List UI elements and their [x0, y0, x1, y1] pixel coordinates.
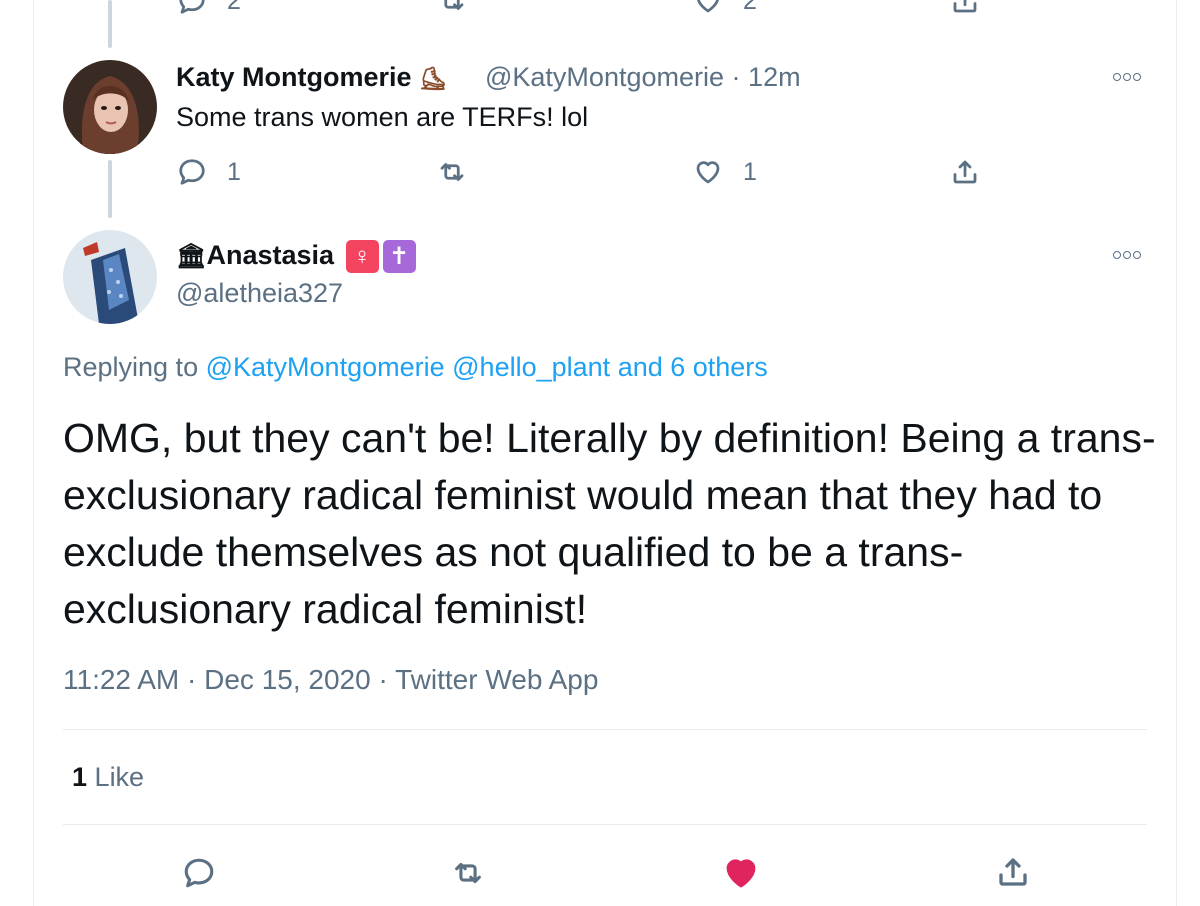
heart-icon: [697, 0, 719, 13]
thread-line: [108, 160, 112, 218]
column-border-left: [33, 0, 34, 906]
replying-to: Replying to @KatyMontgomerie @hello_plan…: [63, 352, 768, 382]
classical-building-icon: 🏛: [176, 243, 207, 270]
author-name[interactable]: 🏛Anastasia ♀ ✝: [176, 240, 416, 274]
female-sign-icon: ♀: [345, 240, 379, 274]
divider: [63, 824, 1147, 825]
like-button[interactable]: 2: [693, 0, 757, 16]
reply-count: 2: [227, 0, 241, 15]
tweet-meta: @KatyMontgomerie · 12m: [485, 62, 801, 92]
like-button[interactable]: [722, 854, 760, 892]
tweet-thread: 2 2 Katy Montgomerie ⛸ @KatyMontgomerie …: [0, 0, 1200, 906]
divider: [63, 729, 1147, 730]
more-options-button[interactable]: [1113, 73, 1141, 81]
share-icon: [999, 858, 1027, 886]
more-dot-icon: [1113, 251, 1121, 259]
like-count: 1: [743, 157, 757, 186]
reply-button[interactable]: [182, 856, 216, 890]
likes-summary[interactable]: 1 Like: [72, 762, 144, 793]
like-count: 2: [743, 0, 757, 15]
reply-button[interactable]: 1: [177, 157, 241, 187]
share-button[interactable]: [995, 854, 1031, 890]
like-button[interactable]: 1: [693, 157, 757, 187]
retweet-button[interactable]: [437, 157, 467, 187]
share-button[interactable]: [950, 157, 980, 187]
avatar-image: [63, 230, 157, 324]
more-dot-icon: [1123, 73, 1131, 81]
mention-link[interactable]: @KatyMontgomerie: [206, 352, 445, 382]
more-dot-icon: [1133, 251, 1141, 259]
avatar-katy[interactable]: [63, 60, 157, 154]
share-icon: [953, 160, 977, 184]
tweet-time[interactable]: 11:22 AM: [63, 664, 179, 695]
tweet-timestamp: 11:22 AM · Dec 15, 2020 · Twitter Web Ap…: [63, 664, 599, 695]
heart-icon: [696, 161, 720, 184]
reply-icon: [179, 0, 205, 14]
author-handle[interactable]: @aletheia327: [176, 278, 343, 309]
retweet-icon: [455, 862, 481, 884]
author-handle[interactable]: @KatyMontgomerie: [485, 62, 724, 92]
reply-icon: [184, 858, 214, 888]
share-button[interactable]: [950, 0, 980, 16]
retweet-button[interactable]: [437, 0, 467, 16]
retweet-icon: [440, 163, 464, 181]
tweet-time[interactable]: 12m: [748, 62, 801, 92]
tweet-body-text: OMG, but they can't be! Literally by def…: [63, 415, 1156, 632]
more-dot-icon: [1123, 251, 1131, 259]
retweet-icon: [444, 0, 464, 10]
skate-emoji-icon: ⛸: [419, 66, 447, 91]
more-options-button[interactable]: [1113, 251, 1141, 259]
reply-count: 1: [227, 157, 241, 186]
more-dot-icon: [1133, 73, 1141, 81]
others-link[interactable]: and 6 others: [618, 352, 768, 382]
tweet-text: Some trans women are TERFs! lol: [176, 102, 589, 132]
mention-link[interactable]: @hello_plant: [452, 352, 610, 382]
thread-line: [108, 0, 112, 48]
reply-button[interactable]: 2: [177, 0, 241, 16]
avatar-anastasia[interactable]: [63, 230, 157, 324]
latin-cross-icon: ✝: [382, 240, 416, 274]
column-border-right: [1176, 0, 1177, 906]
tweet-source[interactable]: Twitter Web App: [395, 664, 598, 695]
share-icon: [953, 0, 977, 13]
heart-filled-icon: [726, 859, 756, 888]
reply-icon: [179, 159, 205, 185]
retweet-button[interactable]: [451, 856, 485, 890]
tweet-date[interactable]: Dec 15, 2020: [204, 664, 371, 695]
likes-count: 1: [72, 762, 88, 792]
likes-label: Like: [94, 762, 145, 792]
author-name[interactable]: Katy Montgomerie ⛸: [176, 62, 447, 93]
more-dot-icon: [1113, 73, 1121, 81]
avatar-image: [63, 60, 157, 154]
